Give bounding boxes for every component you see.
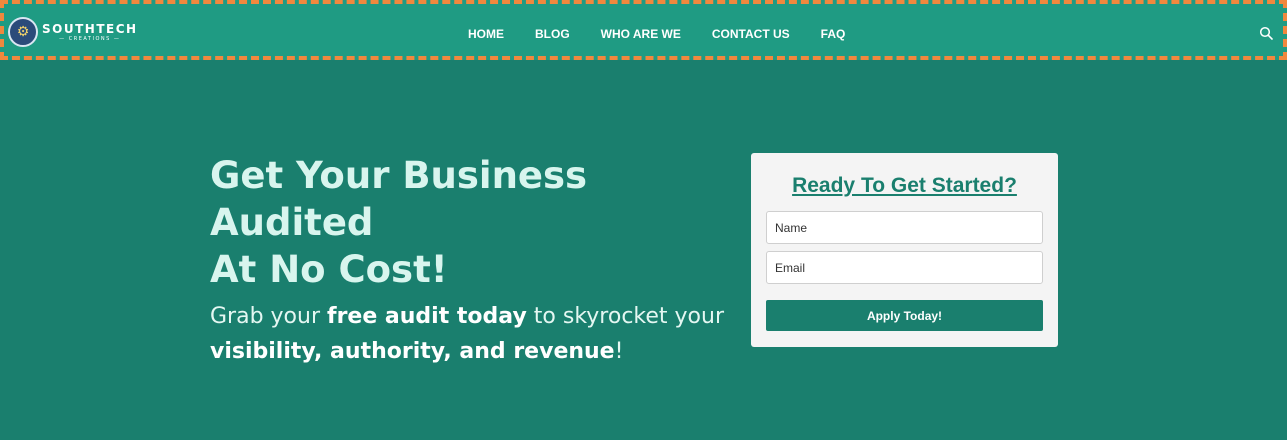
nav-item-faq[interactable]: FAQ bbox=[821, 26, 846, 42]
brand-logo[interactable]: ⚙ SOUTHTECH — CREATIONS — bbox=[8, 14, 138, 50]
hero-sub-bold1: free audit today bbox=[327, 304, 527, 329]
hero-subtitle: Grab your free audit today to skyrocket … bbox=[210, 299, 730, 369]
hero-sub-part2: to skyrocket your bbox=[526, 304, 725, 329]
hero-title-line1: Get Your Business Audited bbox=[210, 154, 588, 244]
brand-name: SOUTHTECH bbox=[42, 21, 138, 36]
hero-sub-part1: Grab your bbox=[210, 304, 327, 329]
circuit-logo-icon: ⚙ bbox=[8, 17, 38, 47]
site-header: ⚙ SOUTHTECH — CREATIONS — HOME BLOG WHO … bbox=[0, 0, 1287, 60]
brand-tagline: — CREATIONS — bbox=[59, 35, 121, 42]
name-field[interactable] bbox=[766, 211, 1043, 244]
hero-section: Get Your Business Audited At No Cost! Gr… bbox=[210, 152, 730, 369]
hero-sub-bold2: visibility, authority, and revenue bbox=[210, 339, 615, 364]
signup-form-card: Ready To Get Started? Apply Today! bbox=[751, 153, 1058, 347]
main-nav: HOME BLOG WHO ARE WE CONTACT US FAQ bbox=[468, 26, 845, 42]
search-icon[interactable] bbox=[1259, 26, 1273, 40]
form-title-link[interactable]: Ready To Get Started? bbox=[751, 173, 1058, 199]
nav-item-blog[interactable]: BLOG bbox=[535, 26, 570, 42]
hero-sub-part3: ! bbox=[614, 339, 624, 364]
apply-today-button[interactable]: Apply Today! bbox=[766, 300, 1043, 331]
nav-item-home[interactable]: HOME bbox=[468, 26, 504, 42]
email-field[interactable] bbox=[766, 251, 1043, 284]
nav-item-who-are-we[interactable]: WHO ARE WE bbox=[601, 26, 681, 42]
nav-item-contact-us[interactable]: CONTACT US bbox=[712, 26, 790, 42]
hero-title-line2: At No Cost! bbox=[210, 248, 448, 291]
brand-text: SOUTHTECH — CREATIONS — bbox=[42, 23, 138, 42]
hero-title: Get Your Business Audited At No Cost! bbox=[210, 152, 730, 293]
